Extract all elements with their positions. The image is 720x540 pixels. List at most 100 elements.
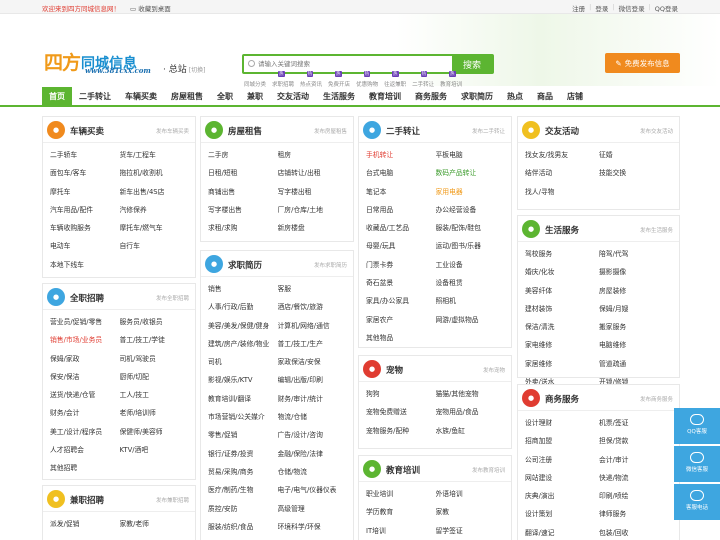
category-link[interactable]: 日租/短租	[208, 164, 278, 182]
category-link[interactable]: 老师/培训师	[120, 404, 190, 422]
category-link[interactable]: 司机/驾驶员	[120, 350, 190, 368]
category-link[interactable]: 家用电器	[436, 183, 506, 201]
category-link[interactable]: 家教/老师	[120, 515, 190, 533]
panel-title[interactable]: 房屋租售	[228, 125, 262, 137]
wechat-login-link[interactable]: 微信登录	[619, 3, 645, 13]
category-link[interactable]: 本地下线车	[50, 256, 120, 274]
search-input[interactable]	[244, 56, 452, 72]
category-link[interactable]: 设计策划	[525, 505, 599, 523]
category-link[interactable]: 广告/设计/咨询	[278, 426, 348, 444]
category-link[interactable]: 教育培训/翻译	[208, 390, 278, 408]
category-link[interactable]: 照相机	[436, 292, 506, 310]
category-link[interactable]: 普工/技工/学徒	[120, 331, 190, 349]
category-link[interactable]: 职业培训	[366, 485, 436, 503]
category-link[interactable]: 门票卡券	[366, 256, 436, 274]
panel-publish-link[interactable]: 发布全职招聘	[156, 294, 189, 302]
category-link[interactable]: 平板电脑	[436, 146, 506, 164]
category-link[interactable]: 水族/鱼缸	[436, 422, 506, 440]
category-link[interactable]: 技能交换	[599, 164, 673, 182]
nav-item[interactable]: 二手转让	[72, 87, 118, 107]
category-link[interactable]: 外语培训	[436, 485, 506, 503]
category-link[interactable]: 人事/行政/后勤	[208, 298, 278, 316]
category-link[interactable]: 质控/安防	[208, 500, 278, 518]
category-link[interactable]: 电脑维修	[599, 336, 673, 354]
category-link[interactable]: 厂房/仓库/土地	[278, 201, 348, 219]
category-link[interactable]: 美容/美发/保健/健身	[208, 317, 278, 335]
category-link[interactable]: 编辑/出版/印刷	[278, 371, 348, 389]
category-link[interactable]: 房屋装修	[599, 282, 673, 300]
category-link[interactable]: 财务/会计	[50, 404, 120, 422]
category-link[interactable]: 设备租赁	[436, 274, 506, 292]
category-link[interactable]: 其他职位	[278, 536, 348, 540]
category-link[interactable]: 贸易/采购/商务	[208, 463, 278, 481]
category-link[interactable]: 母婴/玩具	[366, 237, 436, 255]
category-link[interactable]: 驾校服务	[525, 245, 599, 263]
panel-title[interactable]: 全职招聘	[70, 292, 104, 304]
category-link[interactable]: 厨师/切配	[120, 368, 190, 386]
category-link[interactable]: 环境科学/环保	[278, 518, 348, 536]
category-link[interactable]: 销售	[208, 280, 278, 298]
category-link[interactable]: 日常用品	[366, 201, 436, 219]
category-link[interactable]: 翻译/速记	[525, 524, 599, 540]
category-link[interactable]: 派发/促销	[50, 515, 120, 533]
panel-publish-link[interactable]: 发布房屋租售	[314, 127, 347, 135]
panel-publish-link[interactable]: 发布车辆买卖	[156, 127, 189, 135]
nav-item[interactable]: 车辆买卖	[118, 87, 164, 107]
category-link[interactable]: 快递/物流	[599, 469, 673, 487]
category-link[interactable]: 担保/贷款	[599, 432, 673, 450]
category-link[interactable]: 送货/快递/仓管	[50, 386, 120, 404]
category-link[interactable]: 物流/仓储	[278, 408, 348, 426]
category-link[interactable]: 电动车	[50, 237, 120, 255]
category-link[interactable]: 学历教育	[366, 503, 436, 521]
category-link[interactable]: KTV/酒吧	[120, 441, 190, 459]
city-selector[interactable]: · 总站 [切换]	[163, 62, 205, 75]
category-link[interactable]: 摄影摄像	[599, 263, 673, 281]
category-link[interactable]: 影视/娱乐/KTV	[208, 371, 278, 389]
category-link[interactable]: 计算机/网络/通信	[278, 317, 348, 335]
login-link[interactable]: 登录	[595, 3, 608, 13]
category-link[interactable]: 店铺转让/出租	[278, 164, 348, 182]
search-button[interactable]: 搜索	[452, 56, 492, 72]
category-link[interactable]: 求租/求购	[208, 219, 278, 237]
category-link[interactable]: 网站建设	[525, 469, 599, 487]
category-link[interactable]: 宠物免费赠送	[366, 403, 436, 421]
nav-item[interactable]: 教育培训	[362, 87, 408, 107]
category-link[interactable]: 司机	[208, 353, 278, 371]
wechat-service-button[interactable]: 微信客服	[674, 446, 720, 482]
panel-title[interactable]: 教育培训	[386, 464, 420, 476]
nav-item[interactable]: 首页	[42, 87, 72, 107]
category-link[interactable]: 数码产品转让	[436, 164, 506, 182]
category-link[interactable]: 二手轿车	[50, 146, 120, 164]
panel-publish-link[interactable]: 发布生活服务	[640, 226, 673, 234]
category-link[interactable]: 租房	[278, 146, 348, 164]
category-link[interactable]: 收藏品/工艺品	[366, 219, 436, 237]
panel-publish-link[interactable]: 发布教育培训	[472, 466, 505, 474]
category-link[interactable]: 狗狗	[366, 385, 436, 403]
category-link[interactable]: 摩托车	[50, 183, 120, 201]
qq-login-link[interactable]: QQ登录	[655, 3, 678, 13]
category-link[interactable]: 财务/审计/统计	[278, 390, 348, 408]
panel-publish-link[interactable]: 发布交友活动	[640, 127, 673, 135]
nav-item[interactable]: 店铺	[560, 87, 590, 107]
category-link[interactable]: 结伴活动	[525, 164, 599, 182]
category-link[interactable]: 营业员/促销/零售	[50, 313, 120, 331]
category-link[interactable]: 管道疏通	[599, 355, 673, 373]
category-link[interactable]: 家居维修	[525, 355, 599, 373]
category-link[interactable]: 写字楼出售	[208, 201, 278, 219]
category-link[interactable]: 商铺出售	[208, 183, 278, 201]
category-link[interactable]: 家具/办公家具	[366, 292, 436, 310]
category-link[interactable]: 招商加盟	[525, 432, 599, 450]
panel-title[interactable]: 生活服务	[545, 224, 579, 236]
category-link[interactable]: 网游/虚拟物品	[436, 311, 506, 329]
category-link[interactable]: 台式电脑	[366, 164, 436, 182]
nav-item[interactable]: 商务服务	[408, 87, 454, 107]
category-link[interactable]: 服装/纺织/食品	[208, 518, 278, 536]
category-link[interactable]: 笔记本	[366, 183, 436, 201]
category-link[interactable]: 工人/技工	[120, 386, 190, 404]
panel-publish-link[interactable]: 发布宠物	[483, 366, 505, 374]
category-link[interactable]: 服装/配饰/鞋包	[436, 219, 506, 237]
category-link[interactable]: IT培训	[366, 522, 436, 540]
category-link[interactable]: 零售/促销	[208, 426, 278, 444]
panel-title[interactable]: 宠物	[386, 364, 403, 376]
category-link[interactable]: 自行车	[120, 237, 190, 255]
